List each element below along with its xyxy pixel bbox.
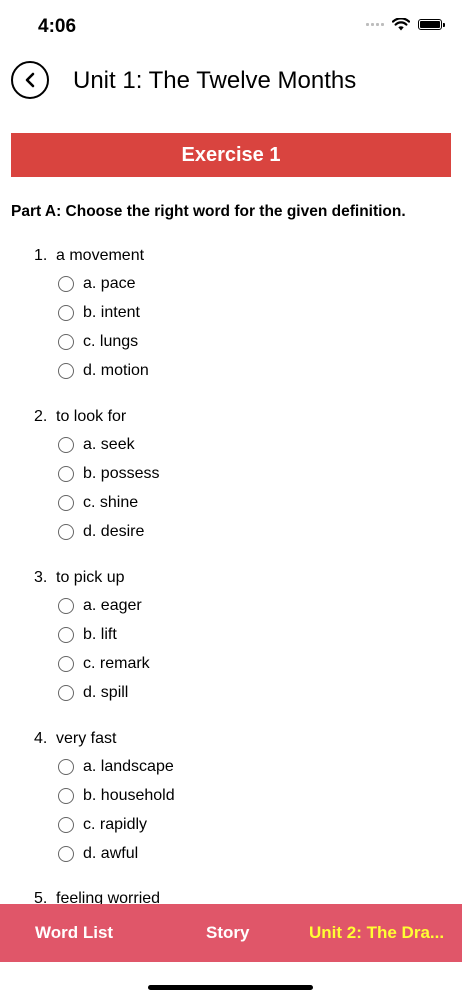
back-button[interactable]: [11, 61, 49, 99]
answer-option[interactable]: b. lift: [58, 620, 434, 649]
answer-option[interactable]: d. awful: [58, 839, 434, 868]
option-label: c. rapidly: [83, 815, 148, 833]
radio-button[interactable]: [58, 436, 74, 453]
option-label: c. lungs: [83, 332, 139, 350]
radio-button[interactable]: [58, 787, 74, 804]
radio-button[interactable]: [58, 655, 74, 672]
question-number: 1.: [34, 247, 48, 264]
option-label: a. seek: [83, 435, 135, 453]
exercise-banner: Exercise 1: [11, 133, 451, 177]
option-label: a. landscape: [83, 757, 174, 775]
option-label: d. motion: [83, 361, 149, 379]
answer-option[interactable]: c. rapidly: [58, 810, 434, 839]
radio-button[interactable]: [58, 845, 74, 862]
radio-button[interactable]: [58, 304, 74, 321]
answer-option[interactable]: c. lungs: [58, 327, 434, 356]
option-label: b. intent: [83, 303, 140, 321]
bottom-tab-bar: Word List Story Unit 2: The Dra...: [0, 904, 462, 962]
question-text: to look for: [56, 408, 127, 425]
radio-button[interactable]: [58, 816, 74, 833]
option-label: d. desire: [83, 522, 145, 540]
question: 3. to pick up a. eager b. lift c. remark…: [34, 565, 434, 707]
question-text: to pick up: [56, 569, 125, 586]
radio-button[interactable]: [58, 465, 74, 482]
radio-button[interactable]: [58, 626, 74, 643]
question-text: very fast: [56, 730, 117, 747]
radio-button[interactable]: [58, 362, 74, 379]
radio-button[interactable]: [58, 275, 74, 292]
answer-option[interactable]: a. seek: [58, 430, 434, 459]
answer-option[interactable]: b. possess: [58, 459, 434, 488]
answer-option[interactable]: d. motion: [58, 356, 434, 385]
radio-button[interactable]: [58, 333, 74, 350]
tab-word-list[interactable]: Word List: [35, 923, 113, 943]
home-indicator[interactable]: [148, 985, 313, 990]
answer-option[interactable]: b. household: [58, 781, 434, 810]
option-label: b. household: [83, 786, 175, 804]
option-label: d. spill: [83, 683, 129, 701]
answer-option[interactable]: d. desire: [58, 517, 434, 546]
question-number: 2.: [34, 408, 48, 425]
option-label: c. remark: [83, 654, 150, 672]
radio-button[interactable]: [58, 758, 74, 775]
part-instructions: Part A: Choose the right word for the gi…: [11, 203, 406, 220]
answer-option[interactable]: d. spill: [58, 678, 434, 707]
status-time: 4:06: [38, 16, 77, 37]
question: 2. to look for a. seek b. possess c. shi…: [34, 404, 434, 546]
answer-option[interactable]: c. remark: [58, 649, 434, 678]
option-label: b. possess: [83, 464, 160, 482]
answer-option[interactable]: a. landscape: [58, 752, 434, 781]
option-label: c. shine: [83, 493, 139, 511]
tab-next-unit[interactable]: Unit 2: The Dra...: [309, 923, 444, 943]
nav-bar: Unit 1: The Twelve Months: [0, 55, 462, 105]
option-label: d. awful: [83, 844, 139, 862]
radio-button[interactable]: [58, 597, 74, 614]
option-label: a. eager: [83, 596, 142, 614]
question: 4. very fast a. landscape b. household c…: [34, 726, 434, 868]
question-number: 3.: [34, 569, 48, 586]
exercise-title: Exercise 1: [181, 143, 281, 166]
question-text: a movement: [56, 247, 145, 264]
signal-icon: [366, 23, 384, 26]
answer-option[interactable]: c. shine: [58, 488, 434, 517]
answer-option[interactable]: a. eager: [58, 591, 434, 620]
status-bar: 4:06: [0, 0, 462, 50]
option-label: a. pace: [83, 274, 136, 292]
radio-button[interactable]: [58, 523, 74, 540]
question: 1. a movement a. pace b. intent c. lungs…: [34, 243, 434, 385]
page-title: Unit 1: The Twelve Months: [73, 67, 357, 94]
radio-button[interactable]: [58, 494, 74, 511]
chevron-left-icon: [25, 72, 35, 88]
answer-option[interactable]: b. intent: [58, 298, 434, 327]
radio-button[interactable]: [58, 684, 74, 701]
battery-icon: [418, 19, 445, 30]
wifi-icon: [392, 18, 410, 31]
tab-story[interactable]: Story: [206, 923, 249, 943]
option-label: b. lift: [83, 625, 117, 643]
status-icons: [366, 18, 445, 31]
answer-option[interactable]: a. pace: [58, 269, 434, 298]
question-number: 4.: [34, 730, 48, 747]
